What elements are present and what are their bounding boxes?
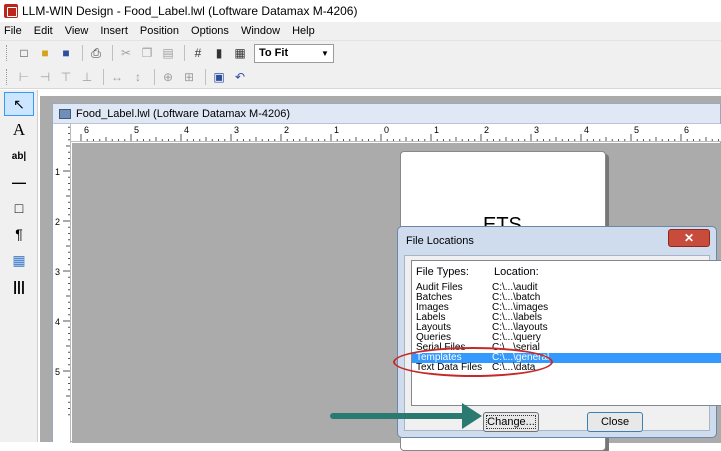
standard-toolbar: □ ■ ■ ⎙ ✂ ❐ ▤ # ▮ ▦ To Fit ▼ <box>0 41 721 65</box>
arrow-annotation-head <box>462 403 482 429</box>
horizontal-ruler: 6 5 4 3 2 1 0 1 2 3 4 5 6 <box>71 124 721 142</box>
printer-settings-icon[interactable]: ▮ <box>210 44 228 62</box>
undo-icon[interactable]: ↶ <box>231 68 249 86</box>
menu-insert[interactable]: Insert <box>100 25 128 37</box>
menu-window[interactable]: Window <box>241 25 280 37</box>
save-icon[interactable]: ■ <box>57 44 75 62</box>
object-toolbox: ↖ A ab| — □ ¶ ▦ ||| <box>0 90 38 442</box>
arrow-annotation-shaft <box>330 413 470 419</box>
ruler-tick-label: 1 <box>55 167 60 177</box>
document-title: Food_Label.lwl (Loftware Datamax M-4206) <box>76 107 290 120</box>
chevron-down-icon[interactable]: ▼ <box>317 49 333 58</box>
ruler-tick-label: 5 <box>634 125 639 135</box>
toolbar-separator <box>184 45 185 61</box>
center-vertical-icon[interactable]: ⊞ <box>180 68 198 86</box>
center-horizontal-icon[interactable]: ⊕ <box>159 68 177 86</box>
dialog-body: File Types: Location: Audit Files C:\...\… <box>404 255 721 432</box>
toolbar-separator <box>82 45 83 61</box>
new-icon[interactable]: □ <box>15 44 33 62</box>
document-title-bar: Food_Label.lwl (Loftware Datamax M-4206) <box>53 104 720 124</box>
menu-view[interactable]: View <box>65 25 89 37</box>
change-button[interactable]: Change... <box>483 412 539 432</box>
menu-options[interactable]: Options <box>191 25 229 37</box>
toolbar-separator <box>103 68 104 85</box>
text-field-tool-icon[interactable]: ab| <box>4 144 34 168</box>
ruler-tick-label: 4 <box>184 125 189 135</box>
list-item[interactable]: Batches C:\...\batch <box>412 293 721 303</box>
highlight-oval-annotation <box>393 347 553 377</box>
text-tool-icon[interactable]: A <box>4 118 34 142</box>
line-tool-icon[interactable]: — <box>4 170 34 194</box>
ruler-tick-label: 6 <box>684 125 689 135</box>
ruler-tick-label: 5 <box>134 125 139 135</box>
ruler-tick-label: 6 <box>84 125 89 135</box>
ruler-tick-label: 0 <box>384 125 389 135</box>
vertical-ruler: 1 2 3 4 5 <box>53 124 71 443</box>
alignment-toolbar: ⊢ ⊣ ⊤ ⊥ ↔ ↕ ⊕ ⊞ ▣ ↶ <box>0 65 721 89</box>
ruler-tick-label: 2 <box>484 125 489 135</box>
paragraph-tool-icon[interactable]: ¶ <box>4 222 34 246</box>
ruler-tick-label: 3 <box>234 125 239 135</box>
toolbar-separator <box>154 68 155 85</box>
ruler-tick-label: 3 <box>534 125 539 135</box>
print-icon[interactable]: ⎙ <box>87 44 105 62</box>
list-item[interactable]: Audit Files C:\...\audit <box>412 283 721 293</box>
align-bottom-icon[interactable]: ⊥ <box>78 68 96 86</box>
list-item[interactable]: Layouts C:\...\layouts <box>412 323 721 333</box>
menu-bar: File Edit View Insert Position Options W… <box>0 22 721 41</box>
column-location: Location: <box>494 266 539 278</box>
ruler-tick-label: 4 <box>55 317 60 327</box>
menu-edit[interactable]: Edit <box>34 25 53 37</box>
file-locations-dialog: File Locations ✕ File Types: Location: A… <box>397 226 721 438</box>
toolbar-separator <box>205 68 206 85</box>
same-width-icon[interactable]: ↔ <box>108 68 126 86</box>
grid-icon[interactable]: # <box>189 44 207 62</box>
list-header: File Types: Location: <box>412 261 721 283</box>
menu-help[interactable]: Help <box>292 25 315 37</box>
align-right-icon[interactable]: ⊣ <box>36 68 54 86</box>
pointer-tool-icon[interactable]: ↖ <box>4 92 34 116</box>
zoom-select[interactable]: To Fit ▼ <box>254 43 334 63</box>
toolbar-separator <box>112 45 113 61</box>
close-button[interactable]: Close <box>587 412 643 432</box>
column-file-types: File Types: <box>416 266 469 278</box>
menu-file[interactable]: File <box>4 25 22 37</box>
ruler-tick-label: 1 <box>334 125 339 135</box>
toolbar-grip[interactable] <box>6 45 9 61</box>
toolbar-grip[interactable] <box>6 68 9 85</box>
align-top-icon[interactable]: ⊤ <box>57 68 75 86</box>
list-item[interactable]: Images C:\...\images <box>412 303 721 313</box>
list-item[interactable]: Labels C:\...\labels <box>412 313 721 323</box>
copy-icon[interactable]: ❐ <box>138 44 156 62</box>
document-icon <box>59 108 71 119</box>
ruler-tick-label: 5 <box>55 367 60 377</box>
ruler-tick-label: 3 <box>55 267 60 277</box>
app-icon <box>4 4 18 18</box>
dialog-close-icon[interactable]: ✕ <box>668 229 710 247</box>
same-height-icon[interactable]: ↕ <box>129 68 147 86</box>
open-folder-icon[interactable]: ■ <box>36 44 54 62</box>
ruler-tick-label: 1 <box>434 125 439 135</box>
cut-icon[interactable]: ✂ <box>117 44 135 62</box>
paste-icon[interactable]: ▤ <box>159 44 177 62</box>
zoom-value: To Fit <box>259 47 289 59</box>
barcode-tool-icon[interactable]: ||| <box>4 274 34 298</box>
window-title: LLM-WIN Design - Food_Label.lwl (Loftwar… <box>22 4 358 18</box>
ruler-tick-label: 4 <box>584 125 589 135</box>
align-left-icon[interactable]: ⊢ <box>15 68 33 86</box>
rectangle-tool-icon[interactable]: □ <box>4 196 34 220</box>
ruler-tick-label: 2 <box>284 125 289 135</box>
file-locations-list[interactable]: File Types: Location: Audit Files C:\...\… <box>411 260 721 406</box>
ruler-tick-label: 2 <box>55 217 60 227</box>
config-icon[interactable]: ▦ <box>231 44 249 62</box>
image-tool-icon[interactable]: ▦ <box>4 248 34 272</box>
properties-icon[interactable]: ▣ <box>210 68 228 86</box>
menu-position[interactable]: Position <box>140 25 179 37</box>
title-bar: LLM-WIN Design - Food_Label.lwl (Loftwar… <box>0 0 721 22</box>
